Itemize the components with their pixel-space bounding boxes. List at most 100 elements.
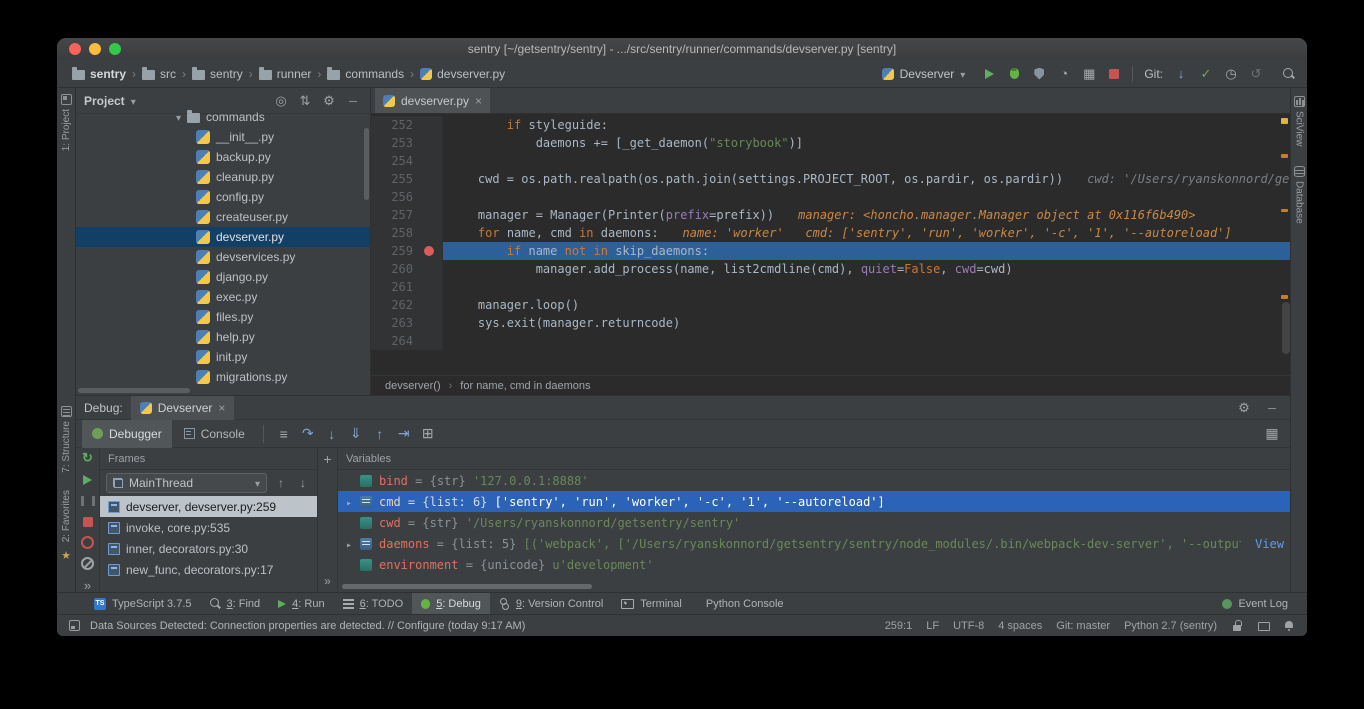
resume-button[interactable] bbox=[81, 473, 95, 486]
line-number[interactable]: 260 bbox=[371, 260, 417, 278]
code-text[interactable]: sys.exit(manager.returncode) bbox=[443, 314, 1290, 332]
tree-item-help-py[interactable]: help.py bbox=[76, 327, 370, 347]
close-icon[interactable] bbox=[475, 94, 482, 108]
line-number[interactable]: 261 bbox=[371, 278, 417, 296]
tree-item-config-py[interactable]: config.py bbox=[76, 187, 370, 207]
rerun-button[interactable] bbox=[81, 451, 95, 465]
frame-item[interactable]: invoke, core.py:535 bbox=[100, 517, 317, 538]
step-out-button[interactable] bbox=[368, 423, 392, 445]
run-to-cursor-button[interactable] bbox=[392, 423, 416, 445]
step-into-button[interactable] bbox=[320, 423, 344, 445]
editor-horizontal-scrollbar[interactable] bbox=[371, 365, 1290, 375]
breadcrumb-function[interactable]: devserver() bbox=[385, 380, 441, 392]
toolwindow-button-find[interactable]: 3: Find bbox=[201, 593, 270, 614]
tree-item-init-py[interactable]: init.py bbox=[76, 347, 370, 367]
chevron-down-icon[interactable] bbox=[176, 110, 181, 124]
toolwindow-button-event-log[interactable]: Event Log bbox=[1213, 593, 1297, 614]
gutter[interactable] bbox=[417, 170, 443, 188]
notifications-bell-icon[interactable] bbox=[1283, 620, 1295, 632]
toolwindow-button-typescript-3-7-5[interactable]: TypeScript 3.7.5 bbox=[85, 593, 201, 614]
line-number[interactable]: 255 bbox=[371, 170, 417, 188]
gutter[interactable] bbox=[417, 188, 443, 206]
more-actions-button[interactable] bbox=[321, 574, 335, 588]
toolwindow-button-run[interactable]: 4: Run bbox=[269, 593, 333, 614]
gutter[interactable] bbox=[417, 242, 443, 260]
toolwindow-button-terminal[interactable]: Terminal bbox=[612, 593, 691, 614]
tool-button-structure[interactable]: 7: Structure bbox=[57, 406, 75, 473]
line-number[interactable]: 259 bbox=[371, 242, 417, 260]
code-text[interactable]: manager = Manager(Printer(prefix=prefix)… bbox=[443, 206, 1290, 224]
code-text[interactable] bbox=[443, 188, 1290, 206]
editor-scrollbar-thumb[interactable] bbox=[1282, 302, 1290, 354]
close-icon[interactable] bbox=[218, 401, 225, 415]
profiler-button[interactable] bbox=[1057, 67, 1071, 81]
status-segment-python-2-7-sentry[interactable]: Python 2.7 (sentry) bbox=[1124, 620, 1217, 632]
toggle-tool-stripes-icon[interactable] bbox=[69, 620, 80, 631]
line-number[interactable]: 263 bbox=[371, 314, 417, 332]
tree-item-devserver-py[interactable]: devserver.py bbox=[76, 227, 370, 247]
breadcrumb-item-runner[interactable]: runner bbox=[256, 66, 315, 82]
status-segment-utf-8[interactable]: UTF-8 bbox=[953, 620, 984, 632]
coverage-button[interactable] bbox=[1032, 67, 1046, 81]
tree-item-createuser-py[interactable]: createuser.py bbox=[76, 207, 370, 227]
gutter[interactable] bbox=[417, 206, 443, 224]
tree-item-django-py[interactable]: django.py bbox=[76, 267, 370, 287]
line-number[interactable]: 257 bbox=[371, 206, 417, 224]
error-stripe-mark[interactable] bbox=[1281, 295, 1288, 299]
breadcrumb-item-commands[interactable]: commands bbox=[324, 66, 407, 82]
expand-arrow-icon[interactable] bbox=[346, 537, 360, 551]
run-button[interactable] bbox=[982, 67, 996, 81]
stop-button[interactable] bbox=[1107, 67, 1121, 81]
tree-item-migrations-py[interactable]: migrations.py bbox=[76, 367, 370, 387]
toolwindow-button-version-control[interactable]: 9: Version Control bbox=[490, 593, 612, 614]
toolwindow-button-debug[interactable]: 5: Debug bbox=[412, 593, 490, 614]
view-link[interactable]: View bbox=[1255, 537, 1284, 551]
breadcrumb-item-src[interactable]: src bbox=[139, 66, 179, 82]
code-text[interactable]: manager.loop() bbox=[443, 296, 1290, 314]
frame-item[interactable]: devserver, devserver.py:259 bbox=[100, 496, 317, 517]
gutter[interactable] bbox=[417, 116, 443, 134]
git-update-button[interactable] bbox=[1174, 67, 1188, 81]
tree-item-cleanup-py[interactable]: cleanup.py bbox=[76, 167, 370, 187]
search-everywhere-button[interactable] bbox=[1282, 67, 1295, 80]
code-text[interactable]: manager.add_process(name, list2cmdline(c… bbox=[443, 260, 1290, 278]
line-number[interactable]: 262 bbox=[371, 296, 417, 314]
previous-frame-button[interactable]: ↑ bbox=[273, 476, 289, 490]
evaluate-expression-button[interactable] bbox=[416, 423, 440, 445]
next-frame-button[interactable]: ↓ bbox=[295, 476, 311, 490]
tab-console[interactable]: Console bbox=[174, 420, 255, 448]
variables-horizontal-scrollbar[interactable] bbox=[342, 584, 592, 589]
status-segment-git-master[interactable]: Git: master bbox=[1056, 620, 1110, 632]
error-stripe-mark[interactable] bbox=[1281, 209, 1288, 212]
more-button[interactable] bbox=[81, 578, 95, 592]
frame-item[interactable]: new_func, decorators.py:17 bbox=[100, 559, 317, 580]
hide-panel-button[interactable] bbox=[1262, 400, 1282, 415]
mute-breakpoints-button[interactable] bbox=[81, 557, 95, 570]
status-segment-4-spaces[interactable]: 4 spaces bbox=[998, 620, 1042, 632]
editor[interactable]: 252 if styleguide:253 daemons += [_get_d… bbox=[371, 114, 1290, 365]
tab-debugger[interactable]: Debugger bbox=[82, 420, 172, 448]
thread-selector[interactable]: MainThread bbox=[106, 473, 267, 493]
tool-button-database[interactable]: Database bbox=[1291, 166, 1307, 224]
code-text[interactable] bbox=[443, 332, 1290, 350]
screen-reader-icon[interactable] bbox=[1257, 620, 1269, 632]
gutter[interactable] bbox=[417, 260, 443, 278]
project-horizontal-scrollbar[interactable] bbox=[78, 388, 190, 393]
gutter[interactable] bbox=[417, 134, 443, 152]
code-text[interactable]: daemons += [_get_daemon("storybook")] bbox=[443, 134, 1290, 152]
step-over-button[interactable] bbox=[296, 423, 320, 445]
tree-item-files-py[interactable]: files.py bbox=[76, 307, 370, 327]
tree-item-exec-py[interactable]: exec.py bbox=[76, 287, 370, 307]
tool-button-favorites[interactable]: 2: Favorites bbox=[57, 490, 75, 564]
status-segment-lf[interactable]: LF bbox=[926, 620, 939, 632]
status-segment-259-1[interactable]: 259:1 bbox=[885, 620, 913, 632]
line-number[interactable]: 252 bbox=[371, 116, 417, 134]
frame-item[interactable]: inner, decorators.py:30 bbox=[100, 538, 317, 559]
concurrency-button[interactable] bbox=[1082, 67, 1096, 81]
variable-item-environment[interactable]: environment = {unicode} u'development' bbox=[338, 554, 1290, 575]
error-stripe-mark[interactable] bbox=[1281, 118, 1288, 124]
git-rollback-button[interactable] bbox=[1249, 67, 1263, 81]
code-text[interactable] bbox=[443, 152, 1290, 170]
breadcrumb-item-sentry[interactable]: sentry bbox=[189, 66, 246, 82]
debug-session-tab[interactable]: Devserver bbox=[131, 396, 235, 420]
